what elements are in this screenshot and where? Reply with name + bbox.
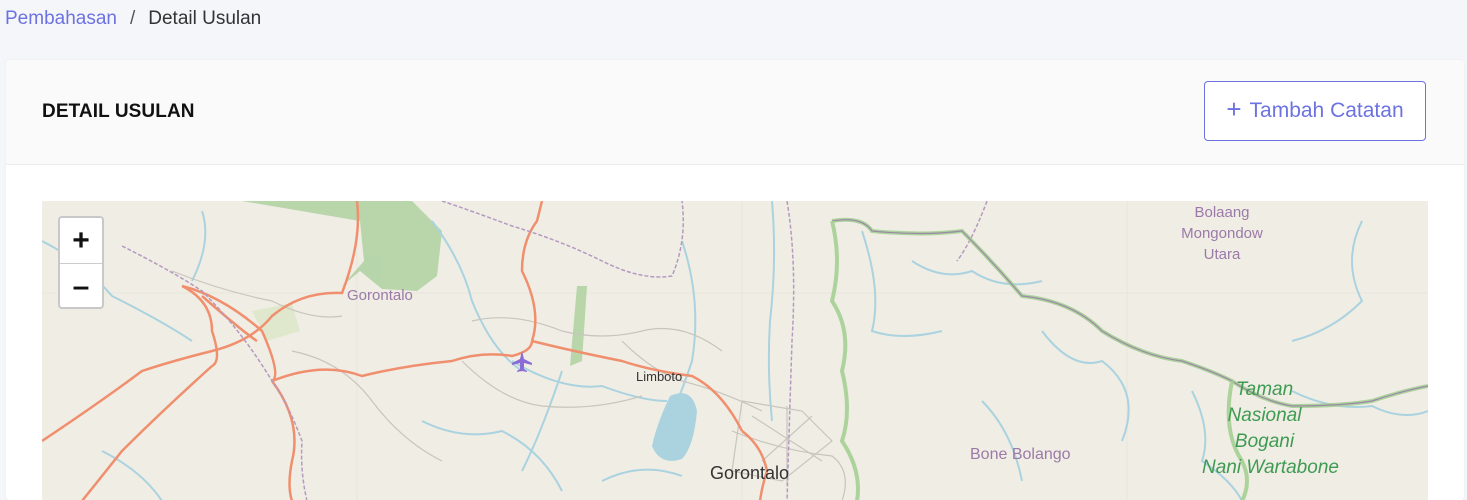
map-label-bolaang-line3: Utara — [1203, 246, 1241, 263]
card-title: DETAIL USULAN — [42, 101, 195, 122]
map-label-park-line4: Nani Wartabone — [1202, 457, 1339, 478]
map-label-park-line2: Nasional — [1227, 405, 1302, 426]
plus-icon: + — [1226, 94, 1242, 124]
zoom-control: + – — [58, 216, 104, 309]
map-view[interactable]: Gorontalo Limboto Gorontalo Bone Bolango… — [42, 201, 1428, 500]
map-label-bone-bolango: Bone Bolango — [970, 446, 1071, 463]
map-label-national-park: Taman Nasional Bogani Nani Wartabone — [1202, 377, 1339, 481]
zoom-out-button[interactable]: – — [60, 264, 102, 309]
breadcrumb-separator: / — [129, 8, 136, 29]
map-label-gorontalo-city: Gorontalo — [710, 463, 790, 483]
map-label-bolaang: Bolaang Mongondow Utara — [1167, 202, 1277, 265]
map-label-limboto: Limboto — [636, 369, 683, 384]
map-label-park-line1: Taman — [1235, 379, 1294, 400]
card-header: DETAIL USULAN + Tambah Catatan — [6, 60, 1464, 165]
breadcrumb-current: Detail Usulan — [148, 8, 262, 29]
breadcrumb: Pembahasan / Detail Usulan — [5, 8, 261, 30]
breadcrumb-link-pembahasan[interactable]: Pembahasan — [5, 8, 117, 30]
zoom-in-button[interactable]: + — [60, 218, 102, 264]
map-label-park-line3: Bogani — [1234, 431, 1295, 452]
detail-card: DETAIL USULAN + Tambah Catatan Gorontalo… — [6, 60, 1464, 500]
map-label-gorontalo-region: Gorontalo — [347, 287, 413, 304]
map-label-bolaang-line1: Bolaang — [1194, 204, 1250, 221]
add-note-button-label: Tambah Catatan — [1249, 99, 1404, 122]
map-label-bolaang-line2: Mongondow — [1181, 225, 1263, 242]
add-note-button[interactable]: + Tambah Catatan — [1204, 81, 1426, 141]
